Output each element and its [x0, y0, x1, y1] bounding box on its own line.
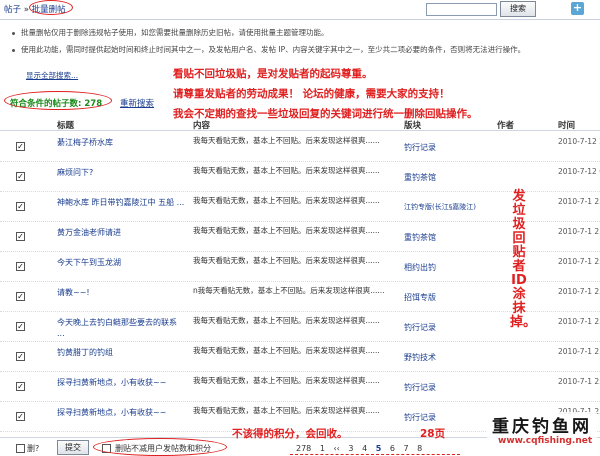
annotation-vertical-text: 发垃圾回贴者ID涂抹掉。 [510, 189, 537, 330]
row-checkbox[interactable]: ✓ [16, 382, 25, 391]
row-content: 我每天看贴无数，基本上不回贴。后来发现这样很爽...... [193, 316, 380, 325]
pager-page[interactable]: 3 [348, 444, 353, 453]
row-content: n我每天看贴无数，基本上不回贴。后来发现这样很爽...... [193, 286, 385, 295]
col-content: 内容 [193, 121, 211, 131]
row-checkbox[interactable]: ✓ [16, 172, 25, 181]
row-content: 我每天看贴无数，基本上不回贴。后来发现这样很爽...... [193, 406, 380, 415]
row-title-link[interactable]: 綦江梅子桥水库 [57, 137, 185, 148]
row-title-link[interactable]: 麻烦问下? [57, 167, 185, 178]
bullet-icon [12, 48, 15, 52]
row-title-link[interactable]: 探寻扫黄新地点，小有收获~~ [57, 377, 185, 388]
row-checkbox[interactable]: ✓ [16, 412, 25, 421]
row-checkbox[interactable]: ✓ [16, 322, 25, 331]
row-checkbox[interactable]: ✓ [16, 262, 25, 271]
pager-total: 278 [296, 444, 312, 453]
row-title-link[interactable]: 请教~~! [57, 287, 185, 298]
row-time: 2010-7-1 23:46 [558, 377, 600, 386]
select-all-checkbox[interactable]: 删? [16, 443, 39, 454]
pager-page[interactable]: 8 [417, 444, 422, 453]
row-title-link[interactable]: 神鲍水库 昨日带钓嘉陵江中 五船 ... [57, 197, 185, 208]
row-content: 我每天看贴无数，基本上不回贴。后来发现这样很爽...... [193, 196, 380, 205]
show-all-search-link[interactable]: 显示全部搜索... [26, 70, 78, 81]
row-content: 我每天看贴无数，基本上不回贴。后来发现这样很爽...... [193, 136, 380, 145]
row-forum-link[interactable]: 重钓茶馆 [404, 172, 436, 183]
row-forum-link[interactable]: 钓行记录 [404, 382, 436, 393]
col-title: 标题 [57, 121, 75, 131]
annotation-circle-results [4, 91, 112, 110]
pager-current: 5 [375, 444, 382, 453]
row-checkbox[interactable]: ✓ [16, 232, 25, 241]
search-input[interactable] [426, 3, 497, 16]
row-forum-link[interactable]: 钓行记录 [404, 412, 436, 423]
row-checkbox[interactable]: ✓ [16, 352, 25, 361]
row-time: 2010-7-1 23:52 [558, 257, 600, 266]
row-title-link[interactable]: 今天晚上去钓白鲢那些要去的联系 ... [57, 317, 185, 339]
annotation-text-1: 看贴不回垃圾贴，是对发贴者的起码尊重。 [173, 68, 373, 80]
pagination: 278 1 ‹‹ 3 4 5 6 7 8 [296, 444, 428, 453]
breadcrumb-root[interactable]: 帖子 [4, 5, 21, 15]
col-forum: 版块 [404, 121, 422, 131]
table-row: ✓ 綦江梅子桥水库 我每天看贴无数，基本上不回贴。后来发现这样很爽...... … [0, 132, 600, 162]
row-forum-link[interactable]: 招饵专版 [404, 292, 436, 303]
pager-page[interactable]: 4 [362, 444, 367, 453]
row-content: 我每天看贴无数，基本上不回贴。后来发现这样很爽...... [193, 346, 380, 355]
row-time: 2010-7-1 23:49 [558, 317, 600, 326]
row-forum-link[interactable]: 相约出钓 [404, 262, 436, 273]
watermark-name: 重庆钓鱼网 [492, 417, 592, 437]
row-time: 2010-7-1 23:47 [558, 347, 600, 356]
col-time: 时间 [558, 121, 576, 131]
annotation-underline-pager [290, 454, 460, 455]
plus-icon[interactable]: + [571, 2, 584, 15]
bullet-icon [12, 31, 15, 35]
row-content: 我每天看贴无数，基本上不回贴。后来发现这样很爽...... [193, 376, 380, 385]
row-content: 我每天看贴无数，基本上不回贴。后来发现这样很爽...... [193, 256, 380, 265]
notice-line-2: 使用此功能，需同时提供起始时间和终止时间其中之一，及发帖用户名、发帖 IP、内容… [12, 44, 525, 55]
row-title-link[interactable]: 探寻扫黄新地点，小有收获~~ [57, 407, 185, 418]
row-forum-link[interactable]: 重钓茶馆 [404, 232, 436, 243]
row-time: 2010-7-1 23:54 [558, 227, 600, 236]
row-forum-link[interactable]: 钓行记录 [404, 142, 436, 153]
re-search-link[interactable]: 重新搜索 [120, 97, 154, 109]
row-time: 2010-7-1 23:56 [558, 197, 600, 206]
annotation-pages: 28页 [420, 428, 446, 440]
checkbox-icon [16, 444, 25, 453]
divider [0, 19, 600, 20]
pager-page[interactable]: 6 [390, 444, 395, 453]
table-row: ✓ 钓黄腊丁的钓组 我每天看贴无数，基本上不回贴。后来发现这样很爽...... … [0, 342, 600, 372]
row-content: 我每天看贴无数，基本上不回贴。后来发现这样很爽...... [193, 166, 380, 175]
annotation-score: 不该得的积分，会回收。 [232, 428, 348, 440]
search-button[interactable]: 搜索 [500, 1, 536, 17]
top-bar: 帖子 » 批量删帖 搜索 + [0, 0, 600, 20]
row-forum-link[interactable]: 野钓技术 [404, 352, 436, 363]
row-title-link[interactable]: 黄万金油老师请进 [57, 227, 185, 238]
row-time: 2010-7-12 21:16 [558, 137, 600, 146]
row-time: 2010-7-12 00:01 [558, 167, 600, 176]
watermark-url: www.cqfishing.net [498, 436, 593, 446]
annotation-text-2: 请尊重发贴者的劳动成果！ 论坛的健康，需要大家的支持！ [173, 88, 450, 100]
row-content: 我每天看贴无数，基本上不回贴。后来发现这样很爽...... [193, 226, 380, 235]
annotation-circle-no-deduct [93, 438, 227, 456]
pager-page[interactable]: 1 [320, 444, 325, 453]
row-title-link[interactable]: 今天下午到玉龙湖 [57, 257, 185, 268]
row-forum-link[interactable]: 钓行记录 [404, 322, 436, 333]
pager-page[interactable]: 7 [403, 444, 408, 453]
row-time: 2010-7-1 23:51 [558, 287, 600, 296]
row-title-link[interactable]: 钓黄腊丁的钓组 [57, 347, 185, 358]
row-checkbox[interactable]: ✓ [16, 292, 25, 301]
table-row: ✓ 探寻扫黄新地点，小有收获~~ 我每天看贴无数，基本上不回贴。后来发现这样很爽… [0, 372, 600, 402]
col-author: 作者 [497, 121, 515, 131]
submit-button[interactable]: 提交 [57, 440, 89, 455]
table-header: 标题 内容 版块 作者 时间 [0, 117, 600, 131]
annotation-circle-breadcrumb [29, 0, 73, 15]
pager-prev[interactable]: ‹‹ [333, 444, 339, 453]
row-checkbox[interactable]: ✓ [16, 202, 25, 211]
notice-line-1: 批量删帖仅用于删除违规帖子使用，如您需要批量删除历史旧帖，请使用批量主题管理功能… [12, 27, 329, 38]
row-checkbox[interactable]: ✓ [16, 142, 25, 151]
table-row: ✓ 麻烦问下? 我每天看贴无数，基本上不回贴。后来发现这样很爽...... 重钓… [0, 162, 600, 192]
row-forum-link[interactable]: 江钓专版(长江§嘉陵江) [404, 202, 476, 212]
